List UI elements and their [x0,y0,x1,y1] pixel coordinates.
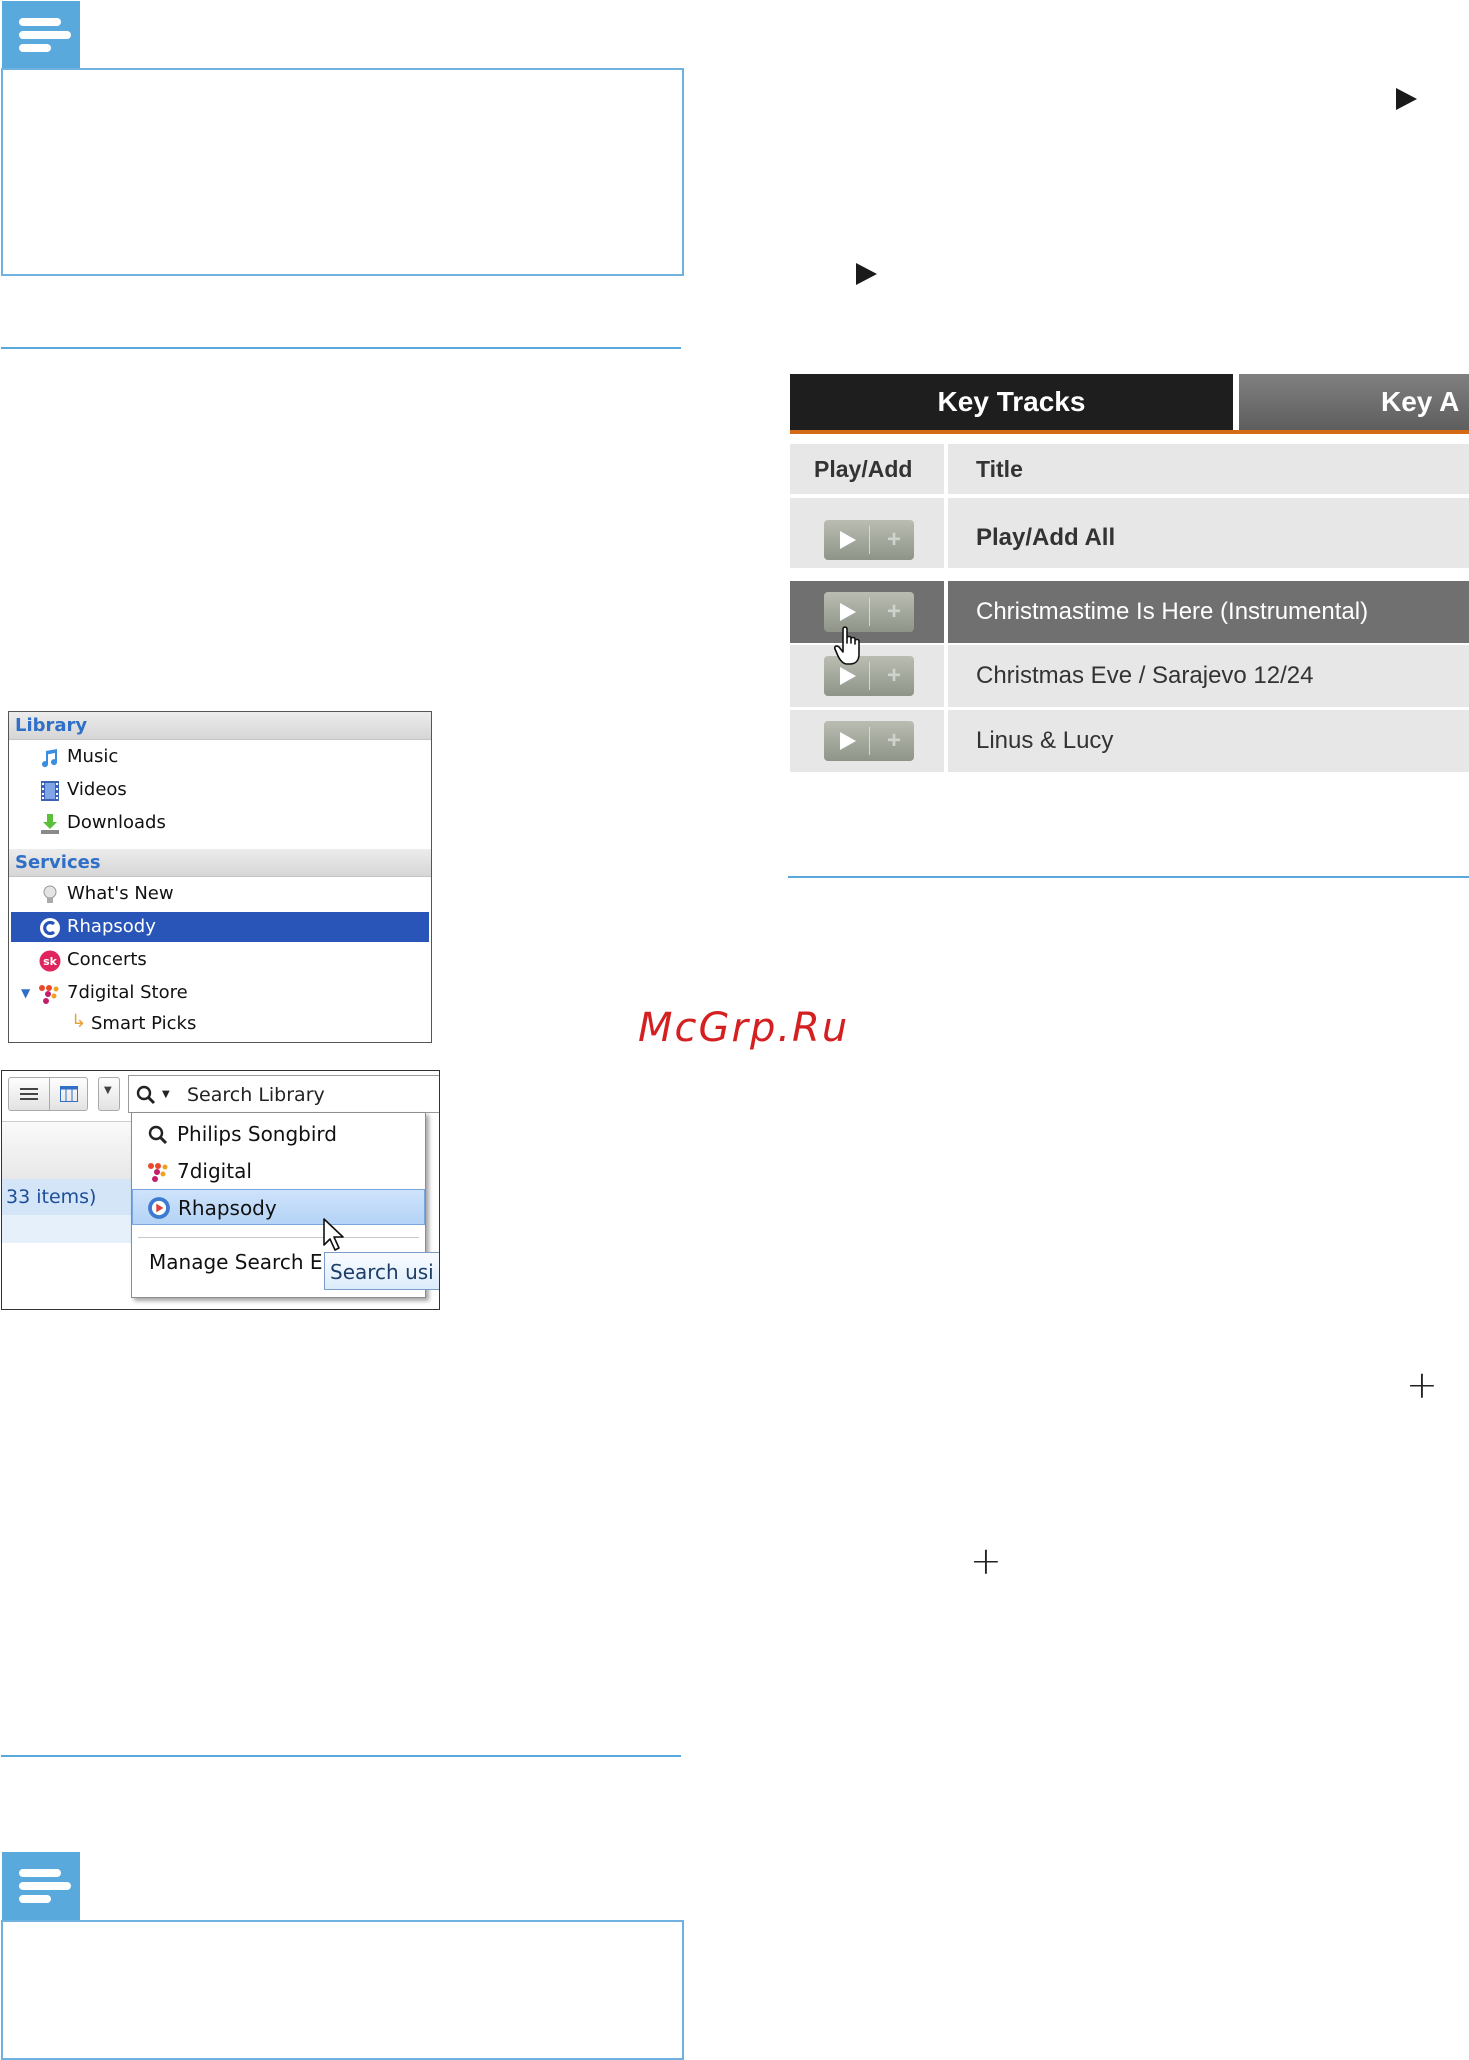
7digital-icon [148,1163,168,1182]
play-triangle-icon [1396,88,1417,110]
search-screenshot: ▼ ▼ Search Library 33 items) Philips Son… [1,1070,440,1310]
rhapsody-icon [40,918,60,938]
sidebar-item-7digital-store[interactable]: ▼ 7digital Store [9,978,431,1008]
sidebar-item-smart-picks[interactable]: ↳ Smart Picks [9,1009,431,1039]
list-view-icon[interactable] [20,1086,38,1102]
7digital-icon [39,985,59,1004]
sidebar-item-label: What's New [67,883,174,904]
play-add-all-button[interactable]: + [824,520,914,560]
items-count: 33 items) [2,1179,131,1215]
menu-item-7digital[interactable]: 7digital [132,1153,425,1189]
tooltip: Search usi [324,1252,439,1290]
play-icon [840,531,856,549]
track-title: Linus & Lucy [976,727,1114,754]
sidebar-item-label: Downloads [67,812,166,833]
sidebar-item-label: Rhapsody [67,916,156,937]
menu-item-philips-songbird[interactable]: Philips Songbird [132,1116,425,1152]
watermark: McGrp.Ru [638,1005,850,1051]
note-icon [2,1852,80,1920]
sidebar-item-label: 7digital Store [67,982,188,1003]
menu-item-rhapsody[interactable]: Rhapsody [132,1189,425,1225]
sidebar-screenshot: Library Music Videos Downloads Services … [8,711,432,1043]
film-icon [41,781,59,801]
track-title: Christmas Eve / Sarajevo 12/24 [976,662,1314,689]
note-box [1,68,684,276]
sidebar-section-library: Library [9,712,431,740]
sidebar-item-whats-new[interactable]: What's New [9,879,431,909]
dropdown-arrow-icon: ▼ [104,1085,112,1096]
section-divider [788,876,1469,878]
view-menu-button[interactable]: ▼ [98,1077,120,1111]
column-header-title: Title [976,456,1023,482]
play-icon [840,603,856,621]
add-plus-icon: + [970,1539,1002,1583]
track-title: Christmastime Is Here (Instrumental) [976,598,1369,625]
sidebar-item-label: Smart Picks [91,1013,197,1034]
add-plus-icon: + [1406,1363,1438,1407]
search-placeholder: Search Library [187,1084,325,1106]
tab-key-albums[interactable]: Key A [1239,374,1469,430]
download-icon [41,814,59,834]
add-icon: + [886,526,901,553]
subitem-arrow-icon: ↳ [71,1011,87,1032]
sidebar-item-label: Music [67,746,119,767]
column-view-icon[interactable] [60,1086,78,1102]
music-note-icon [42,749,58,768]
play-triangle-icon [856,263,877,285]
play-icon [840,732,856,750]
note-box [1,1920,684,2060]
tab-accent-bar [790,430,1469,434]
songkick-icon: sk [39,950,61,972]
sidebar-item-concerts[interactable]: sk Concerts [9,945,431,975]
add-icon: + [886,662,901,689]
add-icon: + [886,727,901,754]
key-tracks-screenshot: Key Tracks Key A Play/Add Title + Play/A… [790,374,1469,776]
sidebar-item-rhapsody[interactable]: Rhapsody [11,912,429,942]
search-icon [148,1125,168,1145]
table-row: + Christmas Eve / Sarajevo 12/24 [790,645,1469,707]
sidebar-item-label: Concerts [67,949,147,970]
tracks-table-header: Play/Add Title [790,444,1469,494]
play-add-button[interactable]: + [824,721,914,761]
rhapsody-icon [148,1197,170,1219]
view-toggle-group [8,1077,88,1111]
table-row: + Play/Add All [790,498,1469,568]
tab-key-tracks[interactable]: Key Tracks [790,374,1233,430]
search-input[interactable]: ▼ Search Library [128,1075,439,1114]
track-title: Play/Add All [976,524,1116,551]
note-icon [2,1,80,69]
section-divider [1,1755,681,1757]
search-icon [136,1085,156,1105]
expand-triangle-icon[interactable]: ▼ [21,978,30,1008]
sidebar-item-videos[interactable]: Videos [9,775,431,805]
search-engine-dropdown-icon[interactable]: ▼ [162,1076,170,1114]
sidebar-item-music[interactable]: Music [9,742,431,772]
lightbulb-icon [43,885,57,903]
svg-text:sk: sk [43,955,58,968]
section-divider [1,347,681,349]
menu-separator [138,1237,419,1238]
hand-cursor-icon [834,626,860,665]
sidebar-section-services: Services [9,849,431,877]
add-icon: + [886,598,901,625]
table-row: + Linus & Lucy [790,710,1469,772]
sidebar-item-downloads[interactable]: Downloads [9,808,431,838]
sidebar-item-label: Videos [67,779,127,800]
mouse-cursor-icon [323,1218,344,1251]
column-divider [944,444,948,776]
column-header-play-add: Play/Add [814,456,913,482]
table-row[interactable]: + Christmastime Is Here (Instrumental) [790,581,1469,643]
